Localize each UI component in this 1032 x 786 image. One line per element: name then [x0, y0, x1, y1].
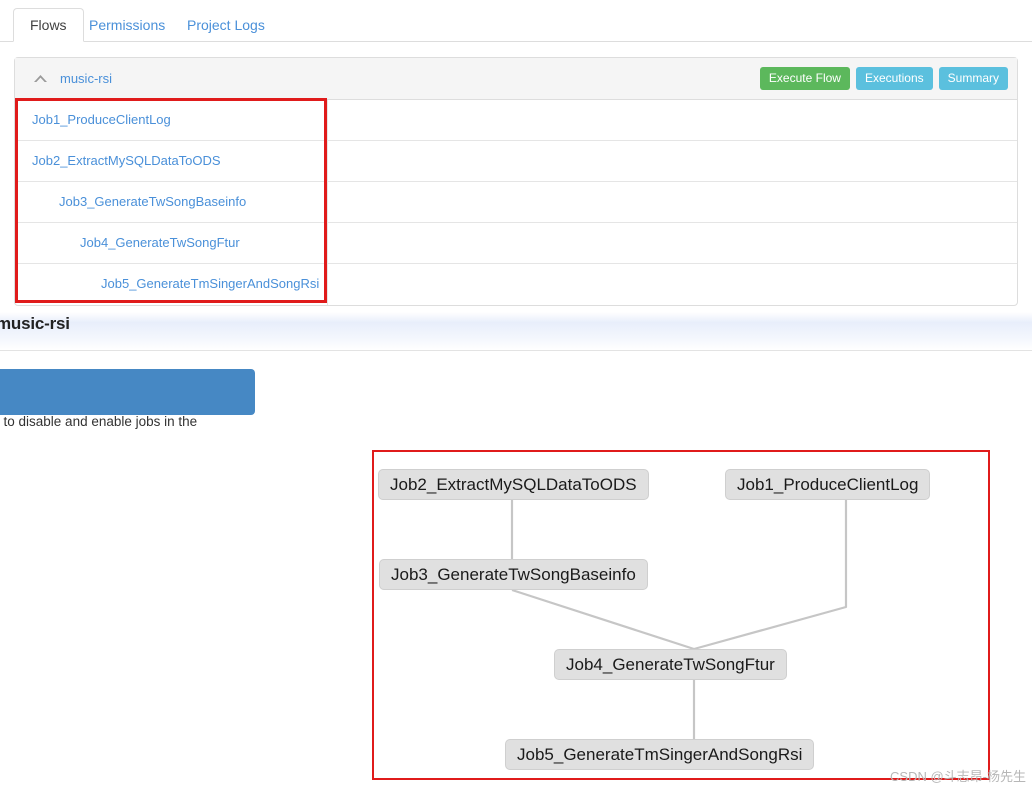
graph-node-job4[interactable]: Job4_GenerateTwSongFtur — [554, 649, 787, 680]
job-row: Job5_GenerateTmSingerAndSongRsi — [15, 264, 1017, 305]
tab-project-logs[interactable]: Project Logs — [170, 8, 282, 42]
graph-node-job2[interactable]: Job2_ExtractMySQLDataToODS — [378, 469, 649, 500]
job-link-job3[interactable]: Job3_GenerateTwSongBaseinfo — [59, 194, 246, 209]
flow-card-header: music-rsi Execute Flow Executions Summar… — [15, 58, 1017, 100]
executions-button[interactable]: Executions — [855, 67, 933, 90]
job-link-job2[interactable]: Job2_ExtractMySQLDataToODS — [32, 153, 221, 168]
job-row: Job1_ProduceClientLog — [15, 100, 1017, 141]
help-text: obs to disable and enable jobs in the — [0, 414, 198, 429]
flow-card: music-rsi Execute Flow Executions Summar… — [14, 57, 1018, 306]
edge-job3-job4 — [511, 588, 695, 651]
graph-node-job3[interactable]: Job3_GenerateTwSongBaseinfo — [379, 559, 648, 590]
row-divider — [327, 264, 328, 305]
watermark: CSDN @斗志昂-杨先生 — [890, 769, 1026, 784]
row-divider — [327, 141, 328, 181]
page-title: music-rsi — [0, 314, 70, 333]
chevron-up-icon[interactable] — [33, 72, 48, 86]
heading-divider — [0, 350, 1032, 351]
primary-action-button[interactable] — [0, 369, 255, 415]
graph-node-job5[interactable]: Job5_GenerateTmSingerAndSongRsi — [505, 739, 815, 770]
edge-job1-job4 — [693, 500, 848, 651]
flows-page-panel: Flows Permissions Project Logs music-rsi… — [0, 0, 1032, 312]
job-link-job4[interactable]: Job4_GenerateTwSongFtur — [80, 235, 240, 250]
job-link-job5[interactable]: Job5_GenerateTmSingerAndSongRsi — [101, 276, 319, 291]
job-list: Job1_ProduceClientLog Job2_ExtractMySQLD… — [15, 100, 1017, 305]
job-row: Job3_GenerateTwSongBaseinfo — [15, 182, 1017, 223]
flow-action-buttons: Execute Flow Executions Summary — [759, 67, 1008, 90]
flow-graph-highlight-box: Job2_ExtractMySQLDataToODS Job1_ProduceC… — [372, 450, 990, 780]
row-divider — [327, 100, 328, 140]
flow-graph-edges — [510, 500, 848, 739]
tab-permissions[interactable]: Permissions — [72, 8, 182, 42]
row-divider — [327, 223, 328, 263]
tab-bar: Flows Permissions Project Logs — [0, 0, 1032, 42]
execute-flow-button[interactable]: Execute Flow — [759, 67, 850, 90]
graph-node-job1[interactable]: Job1_ProduceClientLog — [725, 469, 931, 500]
row-divider — [327, 182, 328, 222]
job-row: Job2_ExtractMySQLDataToODS — [15, 141, 1017, 182]
page-heading-band — [0, 312, 1032, 350]
flow-name-link[interactable]: music-rsi — [60, 71, 112, 86]
summary-button[interactable]: Summary — [938, 67, 1008, 90]
job-row: Job4_GenerateTwSongFtur — [15, 223, 1017, 264]
job-link-job1[interactable]: Job1_ProduceClientLog — [32, 112, 171, 127]
